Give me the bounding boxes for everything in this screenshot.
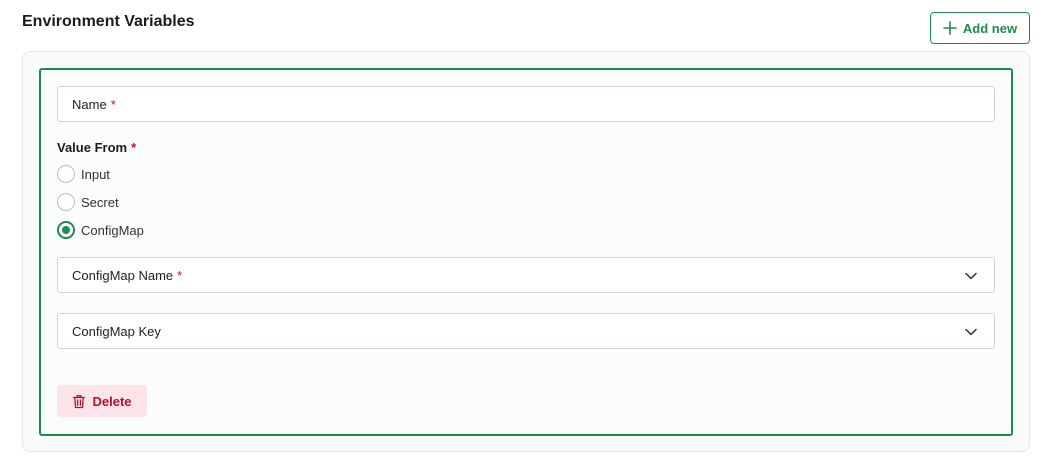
radio-option-configmap[interactable]: ConfigMap <box>57 221 144 239</box>
name-input[interactable]: Name * <box>57 86 995 122</box>
delete-label: Delete <box>92 393 132 409</box>
configmap-name-select[interactable]: ConfigMap Name * <box>57 257 995 293</box>
add-new-label: Add new <box>962 20 1018 36</box>
radio-secret-label: Secret <box>81 194 119 210</box>
trash-icon <box>73 394 86 408</box>
configmap-key-select[interactable]: ConfigMap Key <box>57 313 995 349</box>
plus-icon <box>943 21 957 35</box>
required-mark: * <box>177 267 183 283</box>
delete-button[interactable]: Delete <box>57 385 147 417</box>
configmap-key-label: ConfigMap Key <box>72 323 161 339</box>
chevron-down-icon[interactable] <box>964 325 978 339</box>
value-from-text: Value From <box>57 140 128 155</box>
add-new-button[interactable]: Add new <box>930 12 1030 44</box>
radio-configmap-control[interactable] <box>57 221 75 239</box>
radio-secret-control[interactable] <box>57 193 75 211</box>
chevron-down-icon[interactable] <box>964 269 978 283</box>
radio-configmap-label: ConfigMap <box>81 222 144 238</box>
radio-option-secret[interactable]: Secret <box>57 193 119 211</box>
radio-input-label: Input <box>81 166 110 182</box>
required-mark: * <box>131 140 137 155</box>
configmap-name-label: ConfigMap Name <box>72 267 174 283</box>
radio-option-input[interactable]: Input <box>57 165 110 183</box>
radio-input-control[interactable] <box>57 165 75 183</box>
value-from-label: Value From * <box>57 140 136 155</box>
required-mark: * <box>110 96 116 112</box>
env-variable-card <box>39 68 1013 436</box>
section-title: Environment Variables <box>22 13 195 30</box>
name-label: Name <box>72 96 107 112</box>
